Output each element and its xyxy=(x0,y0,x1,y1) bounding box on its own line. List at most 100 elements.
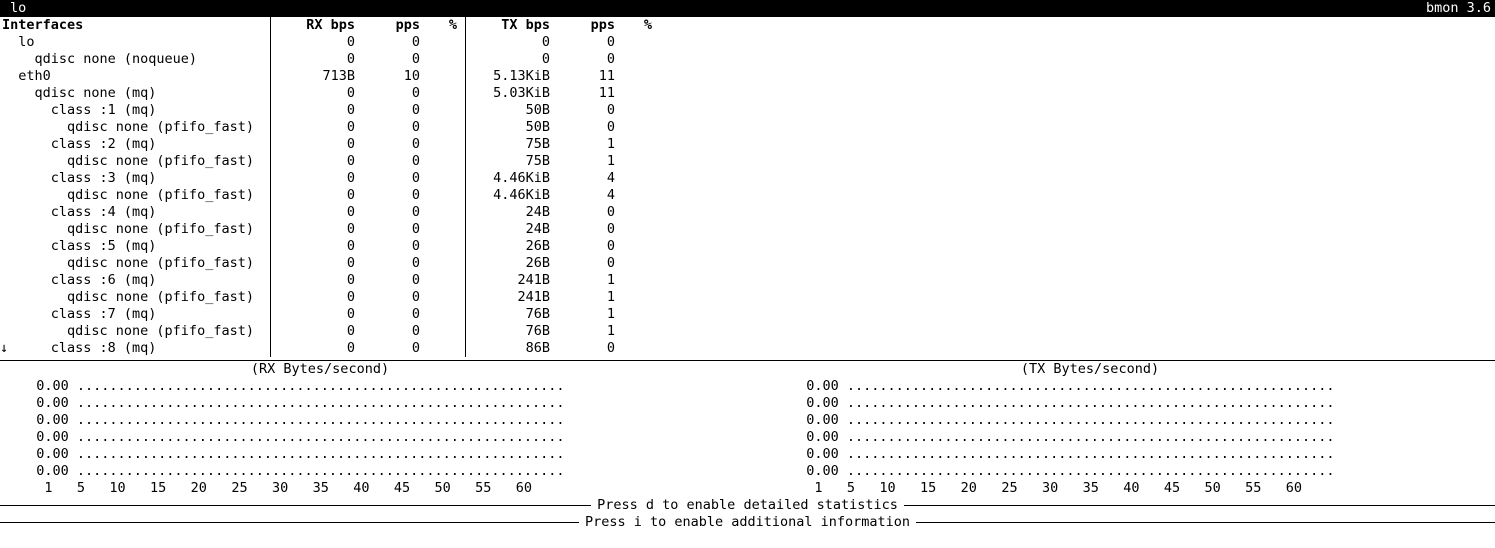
table-row[interactable]: qdisc none (pfifo_fast)0024B0 xyxy=(0,221,1495,238)
table-row[interactable]: lo0000 xyxy=(0,34,1495,51)
tx-pps-cell: 0 xyxy=(550,204,615,221)
rx-pps-cell: 0 xyxy=(355,170,420,187)
tx-pps-cell: 1 xyxy=(550,153,615,170)
interface-name-cell: class :6 (mq) xyxy=(0,272,270,289)
tx-pps-cell: 0 xyxy=(550,340,615,357)
interface-name-cell: lo xyxy=(0,34,270,51)
table-row[interactable]: eth0713B105.13KiB11 xyxy=(0,68,1495,85)
table-row[interactable]: qdisc none (pfifo_fast)0076B1 xyxy=(0,323,1495,340)
rx-pps-cell: 0 xyxy=(355,34,420,51)
table-row[interactable]: class :8 (mq)0086B0 xyxy=(0,340,1495,357)
interface-name-cell: class :2 (mq) xyxy=(0,136,270,153)
table-row[interactable]: class :2 (mq)0075B1 xyxy=(0,136,1495,153)
interface-table[interactable]: Interfaces RX bps pps % TX bps pps % lo0… xyxy=(0,17,1495,357)
rx-pct-cell xyxy=(420,170,465,187)
rx-bps-cell: 0 xyxy=(270,153,355,170)
tx-bps-cell: 5.13KiB xyxy=(465,68,550,85)
rx-bps-cell: 0 xyxy=(270,221,355,238)
tx-pps-cell: 0 xyxy=(550,255,615,272)
tx-pct-cell xyxy=(615,51,660,68)
rx-bps-cell: 0 xyxy=(270,85,355,102)
table-row[interactable]: class :6 (mq)00241B1 xyxy=(0,272,1495,289)
interface-name-cell: qdisc none (pfifo_fast) xyxy=(0,323,270,340)
rx-bps-cell: 0 xyxy=(270,255,355,272)
rx-pct-cell xyxy=(420,289,465,306)
interface-name-cell: qdisc none (pfifo_fast) xyxy=(0,255,270,272)
table-row[interactable]: class :1 (mq)0050B0 xyxy=(0,102,1495,119)
table-row[interactable]: class :7 (mq)0076B1 xyxy=(0,306,1495,323)
tx-pct-cell xyxy=(615,119,660,136)
tx-pct-cell xyxy=(615,85,660,102)
interface-name-cell: qdisc none (noqueue) xyxy=(0,51,270,68)
rx-pps-cell: 0 xyxy=(355,272,420,289)
tx-pct-cell xyxy=(615,289,660,306)
rx-bps-cell: 0 xyxy=(270,170,355,187)
rx-pct-cell xyxy=(420,221,465,238)
graph-row: 0.00 ...................................… xyxy=(20,429,620,446)
tx-pct-cell xyxy=(615,221,660,238)
graph-row: 0.00 ...................................… xyxy=(20,395,620,412)
rx-pps-cell: 0 xyxy=(355,340,420,357)
rx-bps-cell: 0 xyxy=(270,136,355,153)
graph-row: 0.00 ...................................… xyxy=(790,429,1390,446)
table-row[interactable]: qdisc none (pfifo_fast)0050B0 xyxy=(0,119,1495,136)
rx-pct-cell xyxy=(420,187,465,204)
table-row[interactable]: qdisc none (pfifo_fast)0075B1 xyxy=(0,153,1495,170)
interface-name-cell: class :1 (mq) xyxy=(0,102,270,119)
rx-pps-cell: 0 xyxy=(355,85,420,102)
rx-pct-cell xyxy=(420,323,465,340)
tx-pct-cell xyxy=(615,102,660,119)
rx-pct-cell xyxy=(420,85,465,102)
rx-bps-cell: 0 xyxy=(270,238,355,255)
scroll-down-indicator-icon: ↓ xyxy=(0,340,8,357)
tx-bps-cell: 26B xyxy=(465,238,550,255)
table-row[interactable]: qdisc none (pfifo_fast)0026B0 xyxy=(0,255,1495,272)
interface-name-cell: class :4 (mq) xyxy=(0,204,270,221)
hint-detailed-stats: Press d to enable detailed statistics xyxy=(0,497,1495,514)
graph-row: 0.00 ...................................… xyxy=(790,463,1390,480)
rx-pps-cell: 0 xyxy=(355,119,420,136)
tx-pps-cell: 1 xyxy=(550,306,615,323)
table-row[interactable]: qdisc none (pfifo_fast)004.46KiB4 xyxy=(0,187,1495,204)
tx-pct-cell xyxy=(615,255,660,272)
rx-bps-cell: 0 xyxy=(270,272,355,289)
graphs-panel: (RX Bytes/second) 0.00 .................… xyxy=(0,361,1495,497)
tx-graph: (TX Bytes/second) 0.00 .................… xyxy=(790,361,1390,497)
graph-row: 0.00 ...................................… xyxy=(790,378,1390,395)
rx-pps-cell: 0 xyxy=(355,153,420,170)
title-left: lo xyxy=(10,0,26,17)
tx-bps-cell: 26B xyxy=(465,255,550,272)
tx-pct-cell xyxy=(615,170,660,187)
tx-pct-cell xyxy=(615,340,660,357)
table-row[interactable]: qdisc none (mq)005.03KiB11 xyxy=(0,85,1495,102)
table-row[interactable]: qdisc none (pfifo_fast)00241B1 xyxy=(0,289,1495,306)
graph-row: 0.00 ...................................… xyxy=(790,446,1390,463)
tx-bps-cell: 0 xyxy=(465,51,550,68)
tx-pct-cell xyxy=(615,34,660,51)
rx-pct-cell xyxy=(420,136,465,153)
interface-name-cell: class :8 (mq) xyxy=(0,340,270,357)
header-tx-bps: TX bps xyxy=(465,17,550,34)
table-header-row: Interfaces RX bps pps % TX bps pps % xyxy=(0,17,1495,34)
rx-bps-cell: 0 xyxy=(270,34,355,51)
table-row[interactable]: class :4 (mq)0024B0 xyxy=(0,204,1495,221)
table-row[interactable]: class :5 (mq)0026B0 xyxy=(0,238,1495,255)
tx-bps-cell: 76B xyxy=(465,306,550,323)
table-row[interactable]: qdisc none (noqueue)0000 xyxy=(0,51,1495,68)
tx-pps-cell: 1 xyxy=(550,323,615,340)
hint-d-text: Press d to enable detailed statistics xyxy=(591,497,904,514)
graph-row: 0.00 ...................................… xyxy=(20,412,620,429)
graph-row: 0.00 ...................................… xyxy=(790,395,1390,412)
tx-pps-cell: 0 xyxy=(550,119,615,136)
rx-pct-cell xyxy=(420,238,465,255)
tx-pps-cell: 1 xyxy=(550,136,615,153)
rx-pct-cell xyxy=(420,68,465,85)
tx-bps-cell: 24B xyxy=(465,221,550,238)
rx-pps-cell: 0 xyxy=(355,136,420,153)
vertical-divider xyxy=(270,17,271,357)
interface-name-cell: qdisc none (pfifo_fast) xyxy=(0,187,270,204)
hint-i-text: Press i to enable additional information xyxy=(579,514,916,531)
interface-name-cell: qdisc none (pfifo_fast) xyxy=(0,153,270,170)
table-row[interactable]: class :3 (mq)004.46KiB4 xyxy=(0,170,1495,187)
interface-name-cell: class :7 (mq) xyxy=(0,306,270,323)
